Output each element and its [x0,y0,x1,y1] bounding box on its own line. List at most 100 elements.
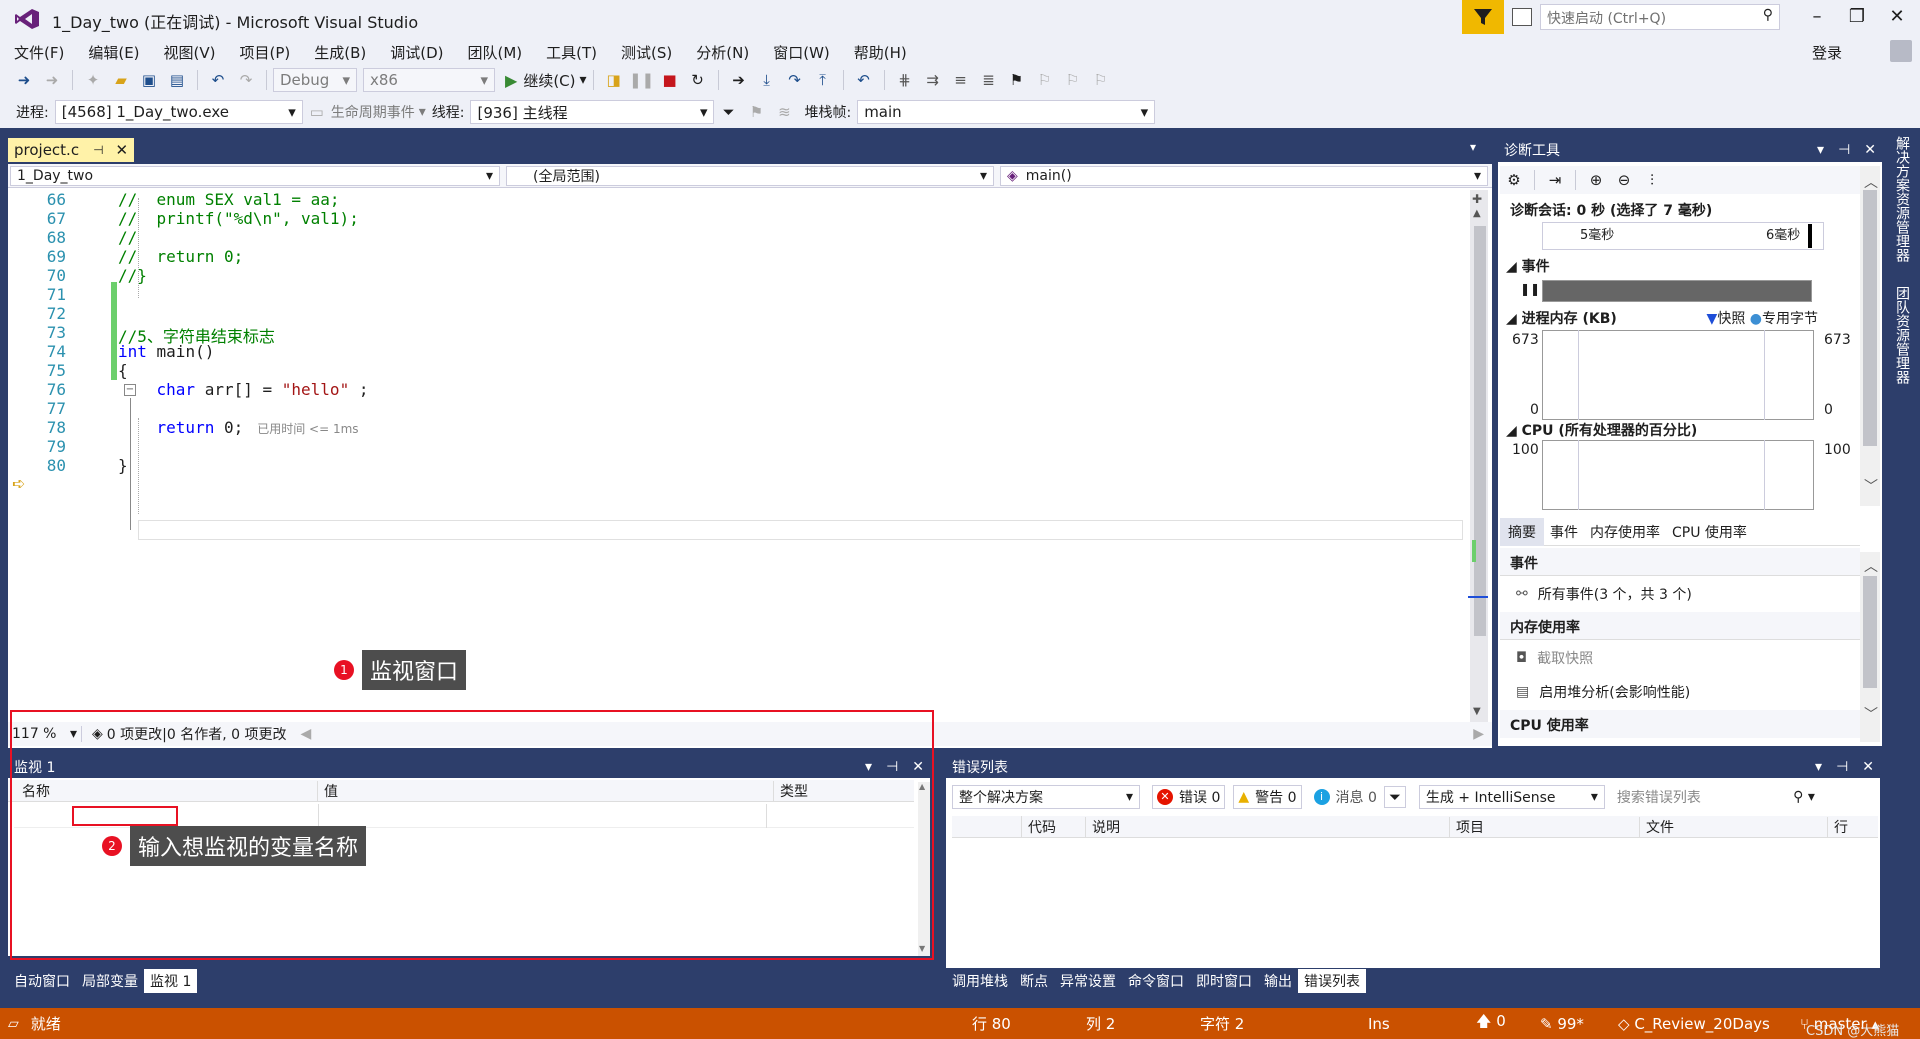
process-select[interactable]: [4568] 1_Day_two.exe ▾ [54,100,303,124]
cpu-graph[interactable] [1542,440,1814,510]
menu-item-3[interactable]: 项目(P) [240,42,291,63]
scroll-thumb[interactable] [1863,190,1877,446]
take-snapshot-button[interactable]: ◘ 截取快照 [1516,648,1593,668]
column-project[interactable]: 项目 [1450,816,1640,837]
stop-icon[interactable]: ■ [659,69,681,91]
next-bookmark-icon[interactable]: ⚐ [1062,69,1084,91]
undo-icon[interactable]: ↶ [207,69,229,91]
code-line[interactable]: // return 0; [118,247,243,266]
pin-icon[interactable]: ⊣ [1836,759,1848,775]
events-track[interactable] [1542,280,1812,302]
error-scope-select[interactable]: 整个解决方案 ▾ [952,785,1140,809]
pending-changes-icon[interactable]: ✎ 99* [1540,1015,1584,1033]
pause-icon[interactable]: ❚❚ [629,69,654,91]
tab-locals[interactable]: 局部变量 [76,969,144,993]
flag-thread-icon[interactable]: ⚑ [745,101,767,123]
open-folder-icon[interactable]: ▰ [110,69,132,91]
export-icon[interactable]: ⇥ [1544,169,1566,191]
close-icon[interactable]: ✕ [1862,759,1874,775]
minimize-button[interactable]: – [1802,6,1832,30]
clear-bookmarks-icon[interactable]: ⚐ [1090,69,1112,91]
tab-exception-settings[interactable]: 异常设置 [1054,969,1122,993]
login-link[interactable]: 登录 [1812,42,1842,63]
events-section-header[interactable]: ◢ 事件 [1506,256,1550,276]
code-line[interactable]: // enum SEX val1 = aa; [118,190,340,209]
tab-breakpoints[interactable]: 断点 [1014,969,1054,993]
show-next-statement-icon[interactable]: ➔ [728,69,750,91]
tab-summary[interactable]: 摘要 [1500,517,1544,546]
code-line[interactable]: return 0; 已用时间 <= 1ms [118,418,359,437]
back-icon[interactable]: ➜ [13,69,35,91]
scroll-up-icon[interactable]: ▲ [1473,208,1481,219]
project-nav-select[interactable]: 1_Day_two ▾ [10,166,500,186]
save-icon[interactable]: ▣ [138,69,160,91]
messages-filter-button[interactable]: i 消息 0 [1310,785,1381,809]
tab-overflow-icon[interactable]: ▾ [1470,140,1476,154]
show-flagged-icon[interactable]: ≋ [773,101,795,123]
prev-bookmark-icon[interactable]: ⚐ [1034,69,1056,91]
menu-item-5[interactable]: 调试(D) [390,42,443,63]
menu-item-10[interactable]: 窗口(W) [773,42,830,63]
cpu-section-header[interactable]: ◢ CPU (所有处理器的百分比) [1506,420,1697,440]
close-icon[interactable]: ✕ [1864,142,1876,158]
menu-item-8[interactable]: 测试(S) [621,42,672,63]
pin-icon[interactable]: ⊣ [1838,142,1850,158]
tab-error-list[interactable]: 错误列表 [1298,969,1366,993]
browser-link-icon[interactable]: ◨ [603,69,625,91]
bookmark-icon[interactable]: ⚑ [1006,69,1028,91]
menu-item-2[interactable]: 视图(V) [164,42,216,63]
panel-menu-icon[interactable]: ▾ [1815,759,1822,775]
new-project-icon[interactable]: ✦ [82,69,104,91]
restore-button[interactable]: ❐ [1842,6,1872,30]
save-all-icon[interactable]: ▤ [166,69,188,91]
continue-button[interactable]: ▶ 继续(C) ▾ [505,70,587,91]
menu-item-4[interactable]: 生成(B) [314,42,366,63]
team-explorer-tab[interactable]: 团队资源管理器 [1892,286,1912,384]
scroll-up-icon[interactable]: ︿ [1864,556,1878,576]
menu-item-6[interactable]: 团队(M) [468,42,523,63]
quick-launch-input[interactable]: 快速启动 (Ctrl+Q) ⚲ [1540,4,1780,30]
memory-graph[interactable] [1542,330,1814,420]
split-icon[interactable]: ✚ [1472,192,1482,206]
solution-explorer-tab[interactable]: 解决方案资源管理器 [1892,136,1912,262]
close-button[interactable]: ✕ [1882,6,1912,30]
step-out-icon[interactable]: ⤒ [812,69,834,91]
forward-icon[interactable]: ➜ [41,69,63,91]
feedback-icon[interactable] [1512,8,1532,26]
filter-icon[interactable]: ⏷ [717,101,739,123]
comment-icon[interactable]: ≡ [950,69,972,91]
menu-item-11[interactable]: 帮助(H) [854,42,907,63]
menu-item-7[interactable]: 工具(T) [546,42,597,63]
pause-icon[interactable]: ❚❚ [1520,282,1540,296]
tab-command-window[interactable]: 命令窗口 [1122,969,1190,993]
thread-select[interactable]: [936] 主线程 ▾ [470,100,715,124]
clear-filter-icon[interactable]: ⏷ [1383,786,1406,808]
timeline-selection[interactable] [1808,224,1812,248]
lifecycle-icon[interactable]: ▭ [306,101,328,123]
tab-call-stack[interactable]: 调用堆栈 [946,969,1014,993]
scope-nav-select[interactable]: (全局范围) ▾ [506,166,994,186]
restart-icon[interactable]: ↻ [687,69,709,91]
column-line[interactable]: 行 [1828,817,1848,837]
scroll-thumb[interactable] [1863,576,1877,688]
error-search-input[interactable]: 搜索错误列表 ⚲ ▾ [1613,785,1819,809]
repository-button[interactable]: ◇ C_Review_20Days [1618,1015,1770,1033]
tab-memory-usage[interactable]: 内存使用率 [1584,518,1666,546]
redo-icon[interactable]: ↷ [235,69,257,91]
errors-filter-button[interactable]: ✕ 错误 0 [1152,785,1226,809]
thread-icon[interactable]: ⇉ [922,69,944,91]
enable-heap-button[interactable]: ▤ 启用堆分析(会影响性能) [1516,682,1690,702]
warnings-filter-button[interactable]: ▲ 警告 0 [1233,785,1302,809]
avatar[interactable] [1890,40,1912,62]
code-line[interactable]: int main() [118,342,214,361]
tab-events[interactable]: 事件 [1544,518,1584,546]
scroll-down-icon[interactable]: ﹀ [1864,476,1878,496]
all-events-link[interactable]: ⚯ 所有事件(3 个，共 3 个) [1516,584,1692,604]
step-over-icon[interactable]: ↷ [784,69,806,91]
code-line[interactable]: } [118,456,128,475]
column-code[interactable]: 代码 [1022,816,1086,837]
column-file[interactable]: 文件 [1640,816,1828,837]
build-source-select[interactable]: 生成 + IntelliSense ▾ [1418,785,1605,809]
gear-icon[interactable]: ⚙ [1503,169,1525,191]
menu-item-1[interactable]: 编辑(E) [88,42,139,63]
